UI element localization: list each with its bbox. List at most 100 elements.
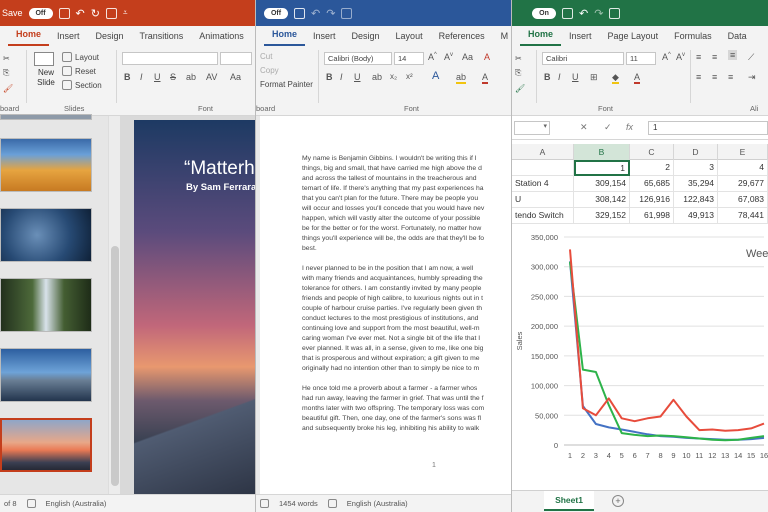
undo-icon[interactable]: ↶ <box>311 7 320 20</box>
copy-button[interactable]: Copy <box>260 66 279 75</box>
column-header-a[interactable]: A <box>512 144 574 160</box>
tab-home[interactable]: Home <box>8 29 50 46</box>
row-label-cell[interactable]: U <box>512 192 574 208</box>
column-header-d[interactable]: D <box>674 144 718 160</box>
align-left-icon[interactable]: ≡ <box>696 72 701 82</box>
document-paragraph[interactable]: I never planned to be in the position th… <box>302 264 512 374</box>
name-box[interactable]: ▾ <box>514 121 550 135</box>
reset-button[interactable]: Reset <box>62 66 96 76</box>
tab-references[interactable]: References <box>431 31 493 46</box>
align-center-icon[interactable]: ≡ <box>712 72 717 82</box>
slide-subtitle[interactable]: By Sam Ferrara <box>186 182 256 193</box>
grow-font-icon[interactable]: A^ <box>428 52 437 62</box>
slide-thumbnail[interactable] <box>0 208 92 262</box>
table-cell[interactable]: 35,294 <box>674 176 718 192</box>
italic-icon[interactable]: I <box>340 72 343 82</box>
word-autosave-toggle[interactable]: Off <box>264 7 288 19</box>
insert-function-icon[interactable]: fx <box>626 122 633 132</box>
tab-animations[interactable]: Animations <box>191 31 252 46</box>
copy-icon[interactable]: ⎘ <box>515 68 521 78</box>
tab-insert[interactable]: Insert <box>561 31 600 46</box>
font-color-icon[interactable]: A <box>634 72 641 84</box>
table-cell[interactable]: 67,083 <box>718 192 768 208</box>
slide-thumbnail[interactable] <box>0 138 92 192</box>
shrink-font-icon[interactable]: Av <box>444 52 453 62</box>
slide-thumbnail[interactable] <box>0 348 92 402</box>
word-language[interactable]: English (Australia) <box>347 499 408 508</box>
table-cell[interactable]: 2 <box>630 160 674 176</box>
table-cell[interactable]: 309,154 <box>574 176 630 192</box>
slide-thumbnail-selected[interactable] <box>0 418 92 472</box>
slide-title[interactable]: “Matterh <box>184 158 255 180</box>
column-header-e[interactable]: E <box>718 144 768 160</box>
quick-access-icon[interactable] <box>341 7 353 19</box>
align-middle-icon[interactable]: ≡ <box>712 52 717 62</box>
row-label-cell[interactable] <box>512 160 574 176</box>
subscript-icon[interactable]: x₂ <box>390 72 397 81</box>
align-right-icon[interactable]: ≡ <box>728 72 733 82</box>
redo-icon[interactable]: ↷ <box>326 7 335 20</box>
ppt-language[interactable]: English (Australia) <box>46 499 107 508</box>
fill-color-icon[interactable]: ◆ <box>612 72 619 84</box>
tab-mailings[interactable]: M <box>493 31 512 46</box>
underline-icon[interactable]: U <box>154 72 161 82</box>
undo-icon[interactable]: ↶ <box>579 7 588 20</box>
column-header-c[interactable]: C <box>630 144 674 160</box>
table-cell[interactable]: 65,685 <box>630 176 674 192</box>
align-top-icon[interactable]: ≡ <box>696 52 701 62</box>
spelling-icon[interactable] <box>327 499 337 508</box>
word-font-name-box[interactable]: Calibri (Body) <box>324 52 392 65</box>
table-cell[interactable]: 329,152 <box>574 208 630 224</box>
document-paragraph[interactable]: He once told me a proverb about a farmer… <box>302 384 512 434</box>
chevron-down-icon[interactable]: ▾ <box>543 122 547 130</box>
underline-icon[interactable]: U <box>354 72 361 82</box>
bold-icon[interactable]: B <box>326 72 333 82</box>
ppt-font-size-box[interactable] <box>220 52 252 65</box>
active-cell[interactable]: 1 <box>574 160 630 176</box>
format-painter-icon[interactable]: 🖌 <box>515 84 525 93</box>
tab-home[interactable]: Home <box>264 29 306 46</box>
table-cell[interactable]: 61,998 <box>630 208 674 224</box>
slide-thumbnail[interactable] <box>0 278 92 332</box>
redo-icon[interactable]: ↷ <box>594 7 603 20</box>
table-cell[interactable]: 49,913 <box>674 208 718 224</box>
table-cell[interactable]: 126,916 <box>630 192 674 208</box>
tab-data[interactable]: Data <box>720 31 755 46</box>
cut-icon[interactable]: ✂ <box>3 54 10 63</box>
excel-font-size-box[interactable]: 11 <box>626 52 656 65</box>
sheet-tab[interactable]: Sheet1 <box>544 491 594 511</box>
notes-icon[interactable] <box>26 499 36 508</box>
tab-design[interactable]: Design <box>88 31 132 46</box>
confirm-icon[interactable]: ✓ <box>604 122 612 133</box>
italic-icon[interactable]: I <box>140 72 143 82</box>
tab-home[interactable]: Home <box>520 29 562 46</box>
slide-thumbnail[interactable] <box>0 114 92 120</box>
undo-icon[interactable]: ↶ <box>76 7 85 20</box>
tab-page-layout[interactable]: Page Layout <box>600 31 667 46</box>
font-color-icon[interactable]: A <box>482 72 489 84</box>
grow-font-icon[interactable]: A^ <box>662 52 671 62</box>
formula-input[interactable]: 1 <box>648 121 768 135</box>
orientation-icon[interactable]: ⟋ <box>748 52 754 63</box>
new-slide-button[interactable]: New Slide <box>34 52 58 88</box>
cut-button[interactable]: Cut <box>260 52 272 61</box>
ppt-font-name-box[interactable] <box>122 52 218 65</box>
tab-formulas[interactable]: Formulas <box>666 31 720 46</box>
scrollbar-thumb[interactable] <box>111 246 119 486</box>
column-header-b[interactable]: B <box>574 144 630 160</box>
row-label-cell[interactable]: tendo Switch <box>512 208 574 224</box>
row-label-cell[interactable]: Station 4 <box>512 176 574 192</box>
cut-icon[interactable]: ✂ <box>515 54 522 63</box>
table-cell[interactable]: 78,441 <box>718 208 768 224</box>
tab-design[interactable]: Design <box>344 31 388 46</box>
line-chart[interactable]: 0 50,000 100,000 150,000 200,000 250,000 300,0… <box>512 225 768 475</box>
proofing-icon[interactable] <box>260 499 269 508</box>
word-font-size-box[interactable]: 14 <box>394 52 424 65</box>
text-effects-icon[interactable]: A <box>432 70 439 82</box>
borders-icon[interactable]: ⊞ <box>590 72 598 83</box>
underline-icon[interactable]: U <box>572 72 579 82</box>
clear-format-icon[interactable]: A <box>484 52 490 62</box>
save-icon[interactable] <box>294 7 305 19</box>
bold-icon[interactable]: B <box>124 72 131 82</box>
cancel-icon[interactable]: ✕ <box>580 122 588 133</box>
